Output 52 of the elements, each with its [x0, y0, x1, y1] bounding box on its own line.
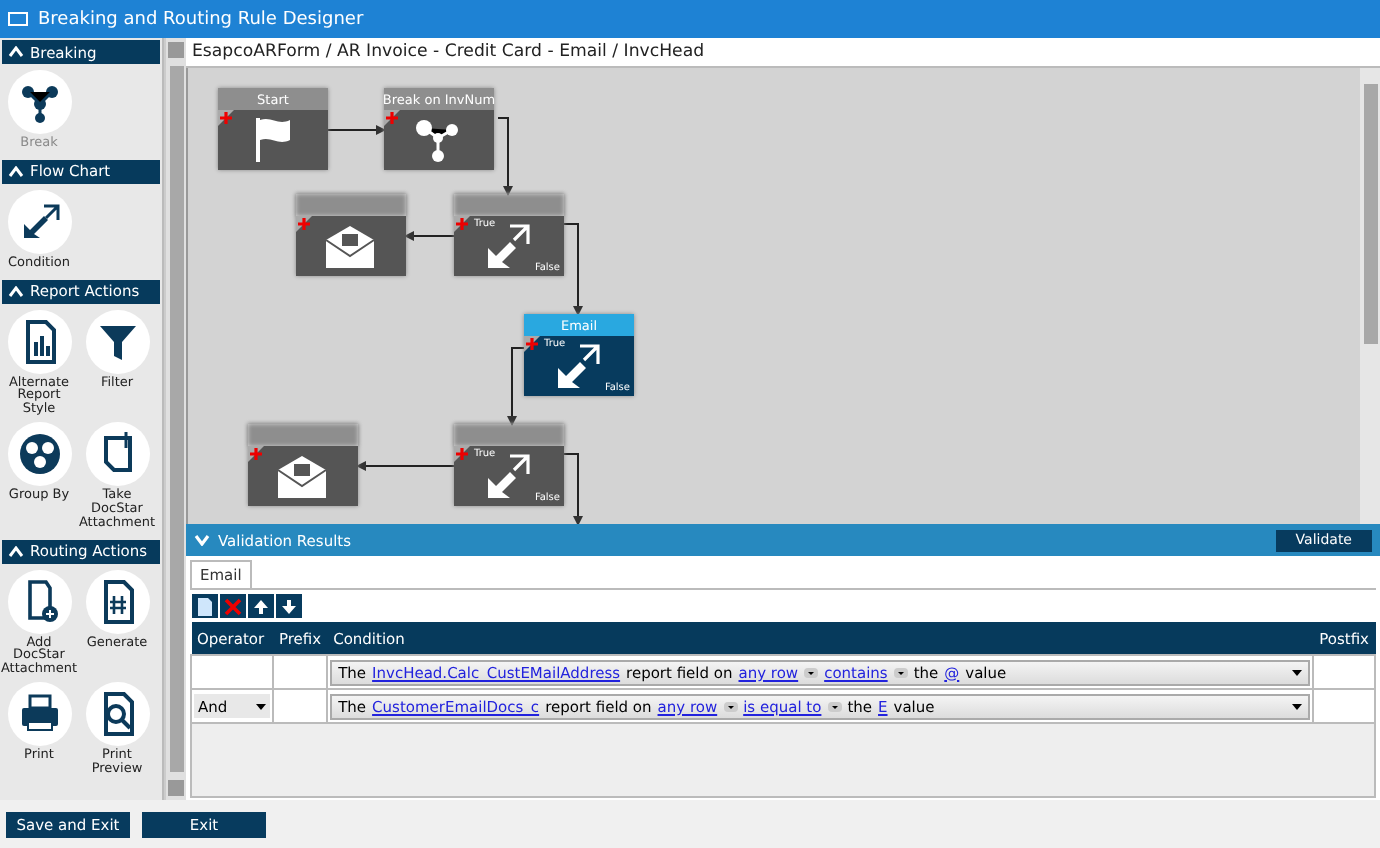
branch-icon — [416, 120, 458, 162]
window-icon — [8, 11, 28, 27]
add-icon[interactable] — [218, 110, 234, 126]
envelope-icon — [277, 456, 327, 498]
caret-icon[interactable] — [723, 701, 738, 711]
move-down-icon[interactable] — [276, 594, 302, 618]
add-attachment-icon — [7, 569, 71, 633]
caret-icon[interactable] — [893, 667, 908, 677]
add-icon[interactable] — [296, 216, 312, 232]
caret-icon[interactable] — [827, 701, 842, 711]
envelope-icon — [325, 226, 375, 268]
chevron-icon[interactable] — [8, 285, 24, 298]
print-icon — [7, 681, 71, 746]
connector-line — [356, 461, 455, 471]
chevron-icon[interactable] — [8, 46, 24, 58]
connector-line — [327, 125, 386, 135]
scrollbar[interactable] — [164, 38, 186, 800]
connector-line — [563, 223, 583, 316]
new-icon[interactable] — [192, 594, 218, 618]
caret-icon[interactable] — [804, 667, 819, 677]
attachment-icon — [85, 422, 149, 487]
print-preview-icon — [85, 681, 149, 746]
condition-icon — [488, 454, 530, 498]
condition-icon — [7, 189, 71, 254]
window-title: Breaking and Routing Rule Designer — [38, 9, 364, 29]
chevron-icon[interactable] — [8, 545, 24, 557]
condition-icon — [488, 224, 530, 268]
connector-line — [497, 117, 513, 196]
add-icon[interactable] — [454, 216, 470, 232]
connector-line — [507, 347, 525, 426]
condition-icon — [558, 344, 600, 388]
add-icon[interactable] — [454, 446, 470, 462]
breadcrumb: EsapcoARForm / AR Invoice - Credit Card - Email / InvcHead — [186, 38, 1380, 68]
flag-icon — [256, 118, 290, 162]
email-node[interactable] — [248, 424, 358, 506]
generate-icon — [85, 569, 149, 633]
email-node[interactable] — [296, 194, 406, 276]
caret-icon[interactable] — [256, 703, 266, 709]
caret-icon[interactable] — [1292, 703, 1302, 709]
caret-icon[interactable] — [1292, 669, 1302, 675]
add-icon[interactable] — [384, 110, 400, 126]
scrollbar[interactable] — [1360, 68, 1380, 524]
chevron-icon[interactable] — [8, 165, 24, 178]
break-icon — [7, 70, 71, 134]
move-up-icon[interactable] — [248, 594, 274, 618]
group-by-icon — [7, 422, 71, 487]
report-style-icon — [7, 309, 71, 374]
add-icon[interactable] — [248, 446, 264, 462]
connector-line — [404, 231, 455, 241]
connector-line — [563, 453, 583, 524]
add-icon[interactable] — [524, 336, 540, 352]
filter-icon — [85, 309, 149, 374]
